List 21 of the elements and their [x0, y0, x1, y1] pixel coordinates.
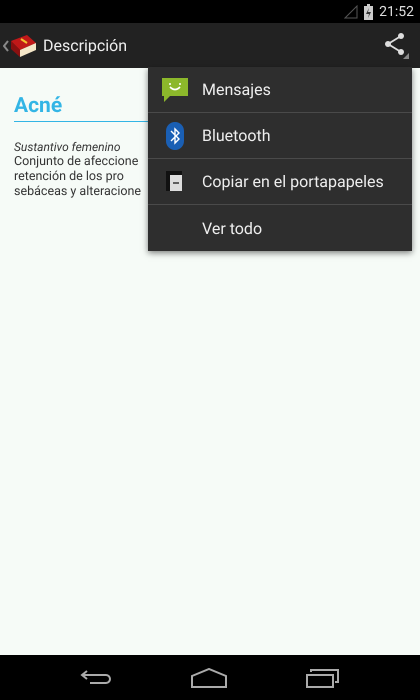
share-icon[interactable] [384, 32, 410, 58]
signal-icon [344, 4, 358, 18]
chat-bubble-icon [161, 76, 189, 104]
back-icon[interactable] [80, 668, 112, 686]
share-option[interactable]: Bluetooth [148, 113, 412, 159]
definition-line: sebáceas y alteracione [14, 184, 142, 199]
clipboard-icon [166, 170, 184, 192]
clock-time: 21:52 [379, 4, 414, 20]
screen-title: Descripción [43, 36, 128, 55]
definition-line: Conjunto de afeccione [14, 154, 138, 169]
recent-apps-icon[interactable] [306, 668, 340, 688]
home-icon[interactable] [190, 668, 227, 688]
book-icon[interactable] [9, 32, 37, 58]
definition-line: retención de los pro [14, 169, 124, 184]
bluetooth-icon [165, 120, 185, 150]
back-caret-icon[interactable] [3, 40, 9, 52]
share-option[interactable]: Mensajes [148, 67, 412, 113]
share-option[interactable]: Ver todo [148, 205, 412, 251]
word-category: Sustantivo femenino [14, 140, 120, 154]
share-option[interactable]: Copiar en el portapapeles [148, 159, 412, 205]
battery-icon [364, 4, 374, 20]
